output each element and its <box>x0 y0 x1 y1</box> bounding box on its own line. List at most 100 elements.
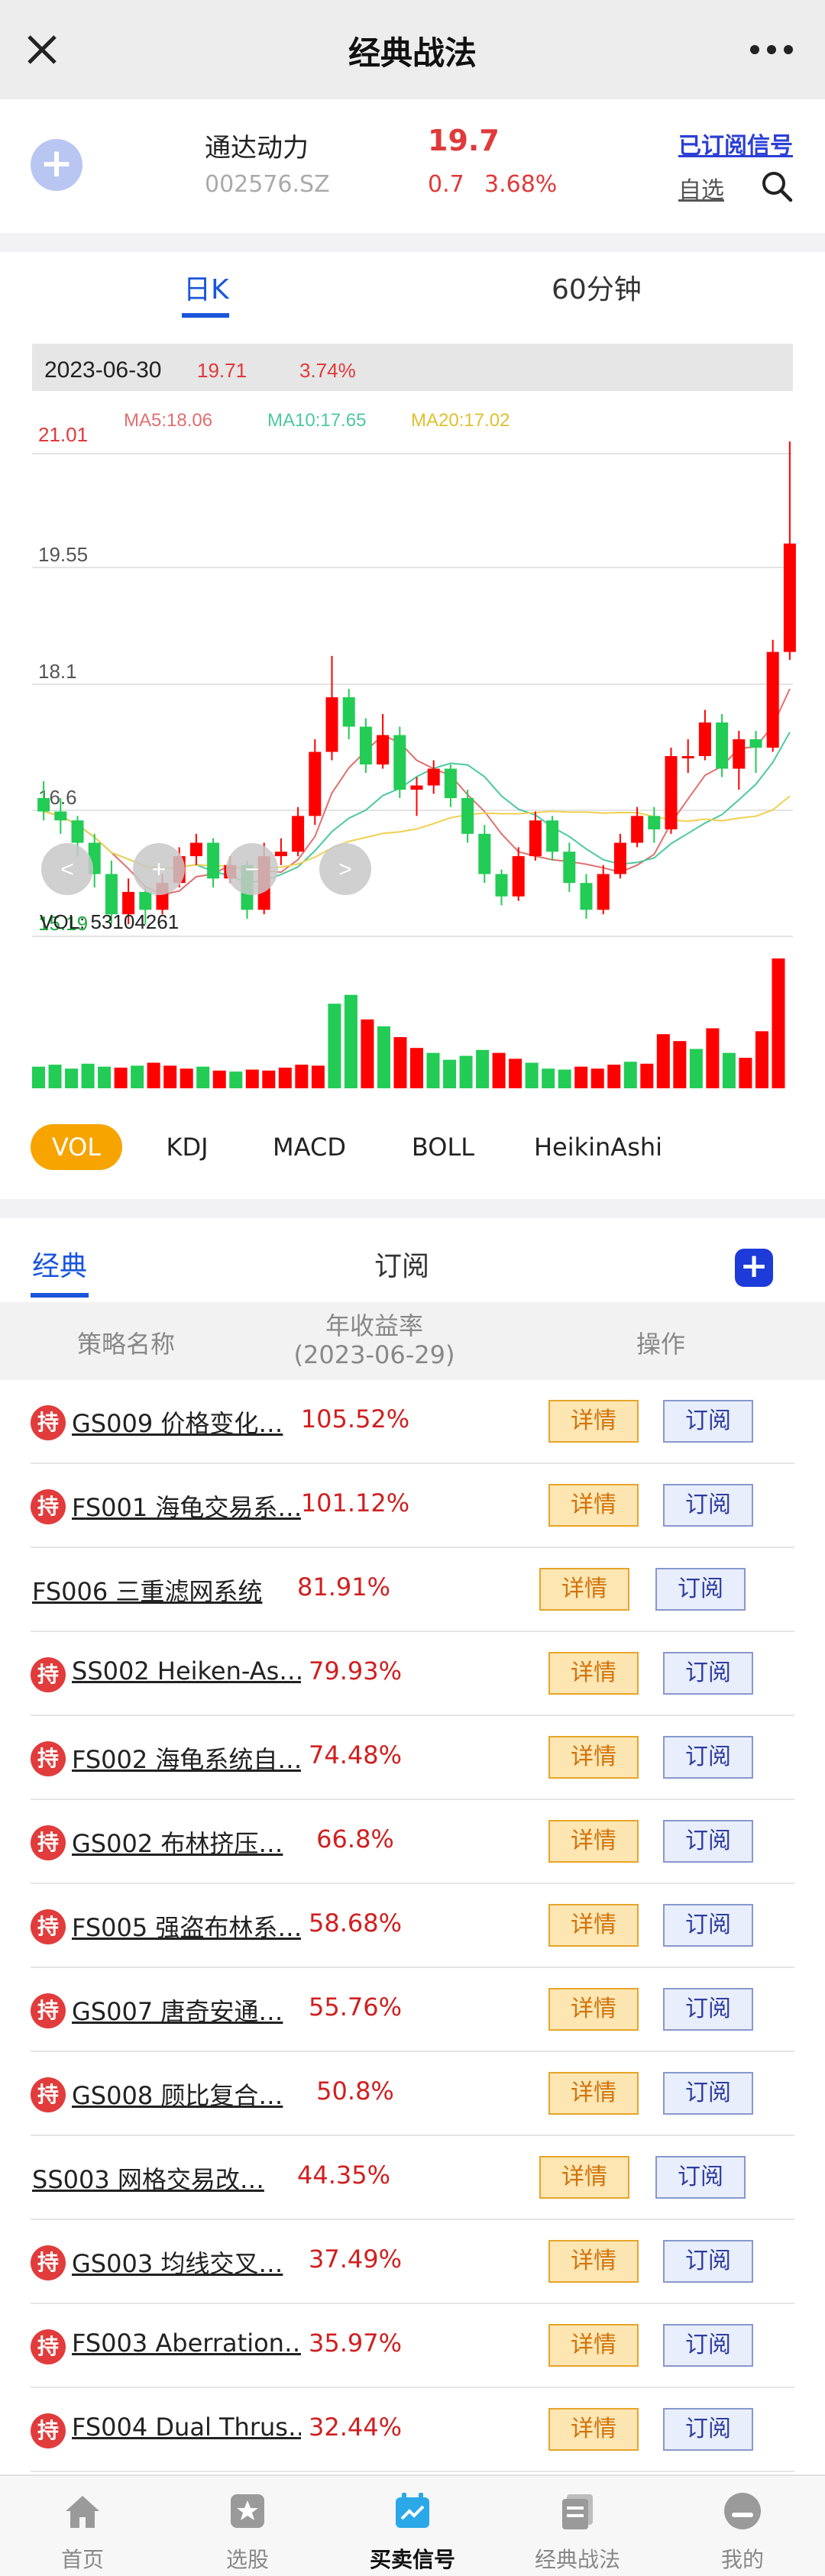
tab-boll[interactable]: BOLL <box>397 1124 489 1170</box>
search-icon[interactable] <box>760 170 794 203</box>
annual-return: 55.76% <box>308 1993 402 2022</box>
volume-bar <box>377 1026 390 1088</box>
annual-return: 44.35% <box>296 2161 390 2190</box>
candle-body <box>377 735 390 764</box>
tab-kdj[interactable]: KDJ <box>145 1124 229 1170</box>
annual-return: 37.49% <box>308 2245 402 2274</box>
volume-bar <box>393 1037 407 1088</box>
strategy-name-link[interactable]: SS003 网格交易改… <box>32 2161 292 2196</box>
volume-bar <box>180 1068 193 1088</box>
strategy-name-link[interactable]: GS003 均线交叉… <box>72 2245 301 2280</box>
volume-label: VOL: 53104261 <box>40 910 179 933</box>
subscribed-signal-link[interactable]: 已订阅信号 <box>678 127 793 160</box>
detail-button[interactable]: 详情 <box>548 2324 639 2367</box>
strategy-name-link[interactable]: GS008 顾比复合… <box>72 2077 301 2112</box>
annual-return: 58.68% <box>308 1909 402 1938</box>
tab-vol[interactable]: VOL <box>31 1124 122 1170</box>
add-strategy-button[interactable]: + <box>735 1249 773 1287</box>
tab-home-label: 首页 <box>60 2547 104 2572</box>
detail-button[interactable]: 详情 <box>539 2156 629 2199</box>
detail-button[interactable]: 详情 <box>548 1400 639 1443</box>
tab-profile[interactable]: 我的 <box>660 2476 825 2576</box>
volume-bar <box>65 1068 79 1088</box>
tab-classic-tactics[interactable]: 经典战法 <box>495 2476 660 2576</box>
volume-bar <box>525 1062 539 1088</box>
tab-60-min[interactable]: 60分钟 <box>552 267 642 307</box>
tab-heikinashi[interactable]: HeikinAshi <box>526 1124 671 1170</box>
detail-button[interactable]: 详情 <box>548 1988 639 2031</box>
calendar-signal-icon <box>396 2493 429 2528</box>
volume-bar <box>558 1069 571 1088</box>
strategy-name-link[interactable]: FS006 三重滤网系统 <box>32 1572 292 1608</box>
holding-badge: 持 <box>31 2329 66 2364</box>
subscribe-button[interactable]: 订阅 <box>663 2408 753 2451</box>
detail-button[interactable]: 详情 <box>548 2072 639 2115</box>
more-dots-icon[interactable] <box>749 40 794 60</box>
detail-button[interactable]: 详情 <box>548 2240 639 2283</box>
volume-bar <box>212 1070 226 1088</box>
subscribe-button[interactable]: 订阅 <box>663 1820 753 1863</box>
holding-badge: 持 <box>31 1489 66 1524</box>
subscribe-button[interactable]: 订阅 <box>663 2072 753 2115</box>
candle-body <box>189 842 202 857</box>
stock-code: 002576.SZ <box>205 171 330 198</box>
detail-button[interactable]: 详情 <box>548 2408 639 2451</box>
subscribe-button[interactable]: 订阅 <box>663 1400 753 1443</box>
candle-body <box>274 852 287 857</box>
strategy-name-link[interactable]: SS002 Heiken-As… <box>72 1656 301 1686</box>
tab-stock-pick-label: 选股 <box>225 2547 269 2572</box>
holding-badge: 持 <box>31 1405 66 1440</box>
volume-bar <box>81 1063 95 1088</box>
ma20-label: MA20:17.02 <box>411 410 510 431</box>
detail-button[interactable]: 详情 <box>548 1736 639 1779</box>
tab-stock-pick[interactable]: 选股 <box>165 2476 330 2576</box>
detail-button[interactable]: 详情 <box>548 1652 639 1695</box>
volume-bar <box>640 1063 654 1088</box>
tab-subscribed[interactable]: 订阅 <box>374 1244 429 1284</box>
tab-daily-k[interactable]: 日K <box>183 267 229 307</box>
strategy-name-link[interactable]: GS002 布林挤压… <box>72 1825 301 1860</box>
strategy-name-link[interactable]: FS001 海龟交易系… <box>72 1488 301 1524</box>
volume-bar <box>574 1066 588 1088</box>
subscribe-button[interactable]: 订阅 <box>663 2240 753 2283</box>
tab-home[interactable]: 首页 <box>0 2476 165 2576</box>
chart-info-pct: 3.74% <box>299 359 356 382</box>
annual-return: 79.93% <box>308 1656 402 1686</box>
detail-button[interactable]: 详情 <box>548 1820 639 1863</box>
strategy-name-link[interactable]: FS005 强盗布林系… <box>72 1909 301 1944</box>
strategy-name-link[interactable]: FS002 海龟系统自… <box>72 1740 301 1776</box>
price-tick-label: 19.55 <box>38 543 88 566</box>
tab-classic[interactable]: 经典 <box>32 1244 87 1284</box>
subscribe-button[interactable]: 订阅 <box>663 1484 753 1527</box>
subscribe-button[interactable]: 订阅 <box>663 1736 753 1779</box>
detail-button[interactable]: 详情 <box>539 1568 629 1611</box>
subscribe-button[interactable]: 订阅 <box>663 1904 753 1947</box>
tab-macd[interactable]: MACD <box>260 1124 359 1170</box>
subscribe-button[interactable]: 订阅 <box>663 1652 753 1695</box>
home-icon <box>66 2496 99 2528</box>
strategy-name-link[interactable]: FS004 Dual Thrus… <box>72 2413 301 2442</box>
holding-badge: 持 <box>31 2077 66 2112</box>
add-stock-button[interactable]: + <box>31 139 82 191</box>
subscribe-button[interactable]: 订阅 <box>663 1988 753 2031</box>
strategy-name-link[interactable]: GS009 价格变化… <box>72 1404 301 1440</box>
watchlist-link[interactable]: 自选 <box>678 171 724 205</box>
strategy-name-link[interactable]: GS007 唐奇安通… <box>72 1993 301 2028</box>
annual-return: 35.97% <box>308 2329 402 2358</box>
detail-button[interactable]: 详情 <box>548 1484 639 1527</box>
candle-body <box>309 751 322 816</box>
holding-badge: 持 <box>31 2413 66 2448</box>
volume-bar <box>328 1004 341 1088</box>
star-icon <box>231 2494 264 2528</box>
tab-classic-tactics-label: 经典战法 <box>534 2547 620 2572</box>
annual-return: 101.12% <box>300 1488 410 1517</box>
subscribe-button[interactable]: 订阅 <box>663 2324 753 2367</box>
subscribe-button[interactable]: 订阅 <box>655 1568 746 1611</box>
strategy-name-link[interactable]: FS003 Aberration… <box>72 2329 301 2358</box>
candlestick-chart[interactable]: 2023-06-30 19.71 3.74% MA5:18.06 MA10:17… <box>0 344 825 1100</box>
plus-icon: + <box>152 855 167 883</box>
chevron-left-icon: < <box>60 857 74 882</box>
tab-trade-signal[interactable]: 买卖信号 <box>330 2476 495 2576</box>
subscribe-button[interactable]: 订阅 <box>655 2156 746 2199</box>
detail-button[interactable]: 详情 <box>548 1904 639 1947</box>
